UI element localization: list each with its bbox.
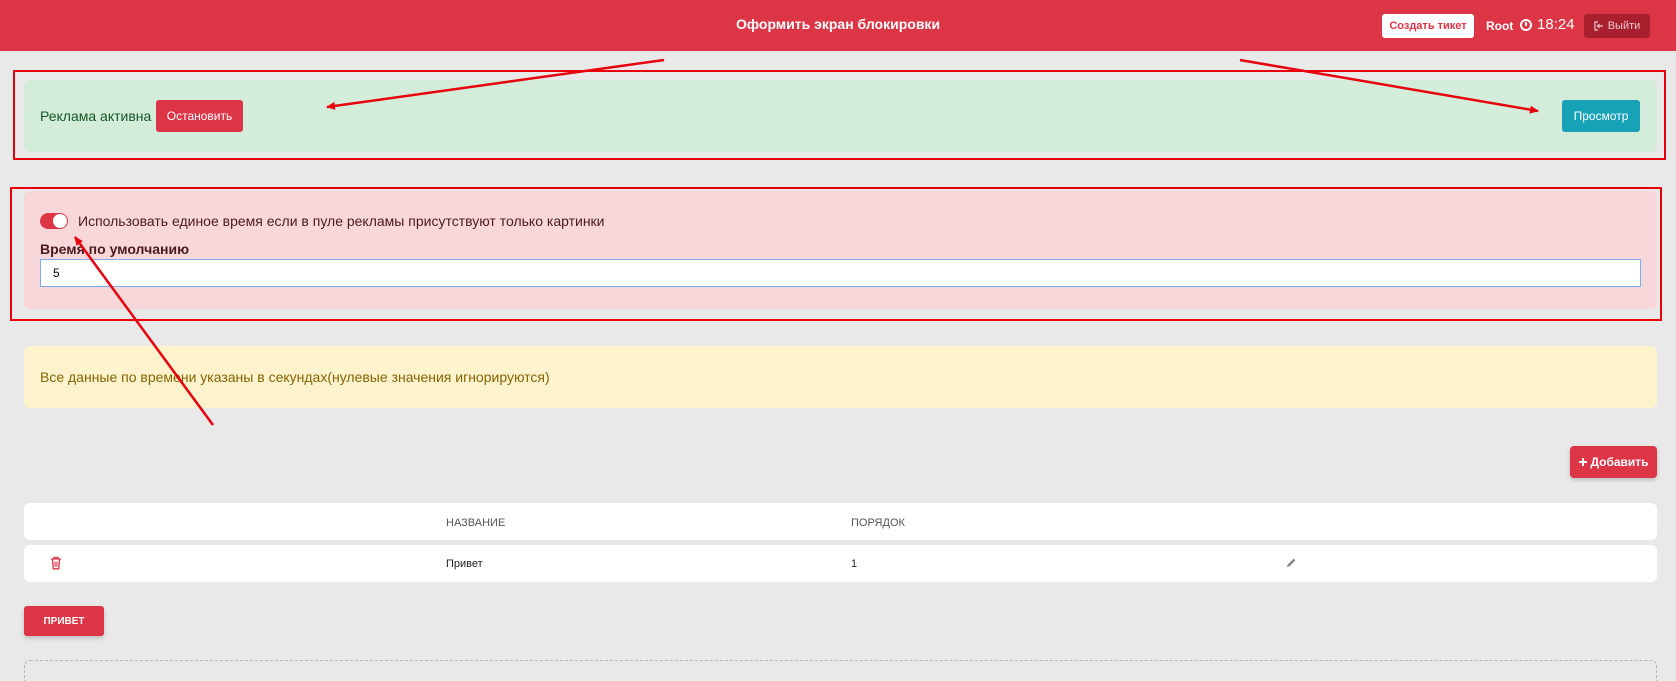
uniform-time-toggle[interactable] (40, 213, 68, 229)
drop-zone[interactable] (24, 660, 1657, 681)
logout-button[interactable]: Выйти (1584, 14, 1650, 38)
logout-icon (1594, 21, 1603, 31)
uniform-time-toggle-label: Использовать единое время если в пуле ре… (78, 213, 605, 229)
column-header-order: ПОРЯДОК (851, 517, 905, 529)
username: Root (1486, 19, 1514, 33)
plus-icon (1579, 458, 1588, 466)
clock: 18:24 (1520, 16, 1575, 33)
logout-label: Выйти (1607, 20, 1641, 32)
pencil-icon[interactable] (1285, 557, 1297, 569)
add-button-label: Добавить (1590, 455, 1649, 469)
trash-icon[interactable] (50, 556, 62, 570)
top-bar: Оформить экран блокировки Создать тикет … (0, 0, 1676, 51)
info-text: Все данные по времени указаны в секундах… (40, 369, 550, 385)
default-time-label: Время по умолчанию (40, 241, 190, 257)
clock-time: 18:24 (1537, 16, 1575, 33)
table-header: НАЗВАНИЕ ПОРЯДОК (24, 503, 1657, 540)
column-header-name: НАЗВАНИЕ (446, 517, 506, 529)
tag-button[interactable]: ПРИВЕТ (24, 606, 104, 636)
preview-button[interactable]: Просмотр (1562, 100, 1640, 132)
create-ticket-button[interactable]: Создать тикет (1382, 14, 1474, 38)
toggle-knob (53, 214, 67, 228)
table-row: Привет 1 (24, 545, 1657, 582)
add-button[interactable]: Добавить (1570, 446, 1657, 478)
row-name: Привет (446, 558, 483, 570)
clock-icon (1520, 18, 1532, 31)
stop-button[interactable]: Остановить (156, 100, 243, 132)
ad-status-text: Реклама активна (40, 108, 152, 124)
row-order: 1 (851, 558, 858, 570)
default-time-input[interactable] (40, 259, 1641, 287)
info-alert: Все данные по времени указаны в секундах… (24, 346, 1657, 408)
ad-status-panel: Реклама активна Остановить Просмотр (24, 80, 1657, 152)
time-settings-panel: Использовать единое время если в пуле ре… (24, 191, 1657, 309)
